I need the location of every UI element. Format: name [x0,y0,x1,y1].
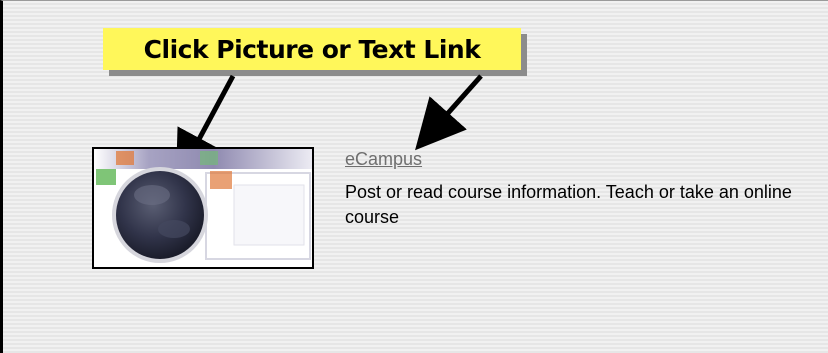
ecampus-thumbnail[interactable] [92,147,314,269]
ecampus-description: Post or read course information. Teach o… [345,182,792,227]
ecampus-globe-icon [94,149,312,267]
ecampus-link[interactable]: eCampus [345,149,422,170]
arrow-to-link [415,74,483,151]
page-frame: Click Picture or Text Link eCampus Post … [0,0,828,353]
instruction-callout: Click Picture or Text Link [103,28,521,70]
callout-text: Click Picture or Text Link [143,34,481,64]
